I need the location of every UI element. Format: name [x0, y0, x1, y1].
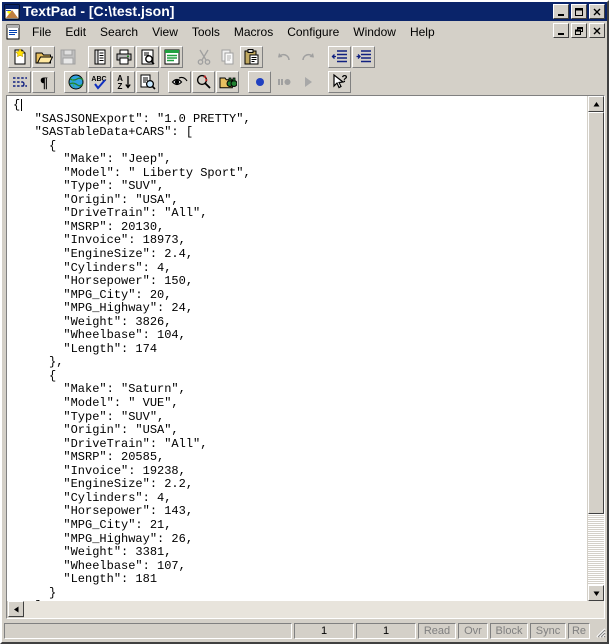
document-properties-button[interactable] — [88, 45, 111, 68]
menu-help[interactable]: Help — [403, 23, 442, 41]
mdi-restore-button[interactable] — [571, 23, 587, 38]
new-file-button[interactable] — [8, 45, 31, 68]
toolbar-separator — [80, 46, 88, 68]
status-block-select-flag[interactable]: Block — [490, 623, 528, 639]
mdi-close-button[interactable] — [589, 23, 605, 38]
play-macro-button — [296, 70, 319, 93]
toolbar-separator — [240, 71, 248, 93]
cut-button — [192, 45, 215, 68]
scroll-down-button[interactable] — [588, 585, 604, 601]
redo-button — [296, 45, 319, 68]
increase-indent-button[interactable] — [352, 45, 375, 68]
status-message — [4, 623, 292, 639]
menu-view[interactable]: View — [145, 23, 185, 41]
tools-toolbar: ¶ ABC A Z ? — [2, 69, 607, 94]
menu-file[interactable]: File — [25, 23, 58, 41]
show-paragraphs-button[interactable]: ¶ — [32, 70, 55, 93]
menu-bar: File Edit Search View Tools Macros Confi… — [2, 21, 607, 42]
open-file-button[interactable] — [32, 45, 55, 68]
standard-toolbar — [2, 44, 607, 69]
status-read-only-flag[interactable]: Read — [418, 623, 456, 639]
close-button[interactable] — [589, 4, 605, 19]
sort-button[interactable]: A Z — [112, 70, 135, 93]
svg-text:?: ? — [341, 74, 347, 85]
pause-macro-button — [272, 70, 295, 93]
scroll-left-button[interactable] — [8, 601, 24, 617]
svg-text:¶: ¶ — [39, 75, 47, 91]
toolbar-area: ¶ ABC A Z ? — [2, 42, 607, 95]
text-editor[interactable]: { "SASJSONExport": "1.0 PRETTY", "SASTab… — [7, 96, 587, 601]
textpad-window: TextPad - [C:\test.json] File Edit Searc… — [0, 0, 609, 644]
horizontal-scrollbar[interactable] — [7, 601, 604, 618]
vertical-scroll-track[interactable] — [588, 112, 604, 585]
status-sync-scroll-flag[interactable]: Sync — [530, 623, 566, 639]
toolbar-separator — [160, 71, 168, 93]
record-macro-button[interactable] — [248, 70, 271, 93]
menu-configure[interactable]: Configure — [280, 23, 346, 41]
status-overwrite-flag[interactable]: Ovr — [458, 623, 488, 639]
undo-button — [272, 45, 295, 68]
mdi-minimize-button[interactable] — [553, 23, 569, 38]
toolbar-separator — [56, 71, 64, 93]
spell-check-button[interactable]: ABC — [88, 70, 111, 93]
editor-client-area: { "SASJSONExport": "1.0 PRETTY", "SASTab… — [2, 95, 607, 620]
toolbar-separator — [320, 71, 328, 93]
maximize-button[interactable] — [571, 4, 587, 19]
window-title: TextPad - [C:\test.json] — [23, 3, 175, 19]
menu-edit[interactable]: Edit — [58, 23, 93, 41]
menu-search[interactable]: Search — [93, 23, 145, 41]
resize-grip[interactable] — [592, 624, 606, 638]
find-in-files-button[interactable] — [216, 70, 239, 93]
vertical-scrollbar[interactable] — [587, 96, 604, 601]
status-column-number: 1 — [356, 623, 416, 639]
paste-button[interactable] — [240, 45, 263, 68]
window-controls — [553, 4, 606, 19]
toolbar-separator — [184, 46, 192, 68]
minimize-button[interactable] — [553, 4, 569, 19]
replace-button[interactable] — [192, 70, 215, 93]
save-file-button — [56, 45, 79, 68]
title-bar: TextPad - [C:\test.json] — [2, 2, 607, 21]
find-button[interactable] — [168, 70, 191, 93]
textpad-icon — [4, 4, 20, 20]
document-icon[interactable] — [5, 24, 21, 40]
print-preview-button[interactable] — [136, 45, 159, 68]
editor-frame: { "SASJSONExport": "1.0 PRETTY", "SASTab… — [6, 95, 605, 619]
context-help-button[interactable]: ? — [328, 70, 351, 93]
copy-button — [216, 45, 239, 68]
vertical-scroll-thumb[interactable] — [588, 112, 604, 515]
svg-text:Z: Z — [117, 82, 122, 91]
status-recording-flag[interactable]: Re — [568, 623, 590, 639]
text-caret — [21, 99, 22, 111]
document-selector-button[interactable] — [160, 45, 183, 68]
horizontal-scroll-track[interactable] — [24, 601, 604, 618]
web-browser-button[interactable] — [64, 70, 87, 93]
scroll-up-button[interactable] — [588, 96, 604, 112]
toolbar-separator — [264, 46, 272, 68]
toolbar-separator — [320, 46, 328, 68]
menu-window[interactable]: Window — [346, 23, 403, 41]
word-wrap-button[interactable] — [8, 70, 31, 93]
editor-inner: { "SASJSONExport": "1.0 PRETTY", "SASTab… — [7, 96, 604, 601]
print-button[interactable] — [112, 45, 135, 68]
menu-tools[interactable]: Tools — [185, 23, 227, 41]
status-bar: 1 1 Read Ovr Block Sync Re — [2, 620, 607, 642]
mdi-window-controls — [553, 23, 605, 38]
menu-macros[interactable]: Macros — [227, 23, 280, 41]
decrease-indent-button[interactable] — [328, 45, 351, 68]
status-line-number: 1 — [294, 623, 354, 639]
compare-files-button[interactable] — [136, 70, 159, 93]
